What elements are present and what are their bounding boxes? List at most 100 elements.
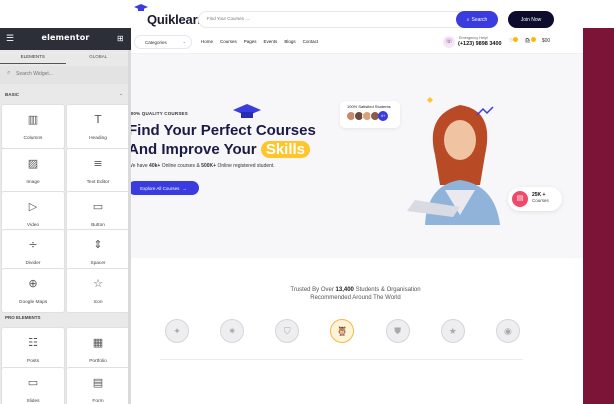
nav-courses[interactable]: Courses <box>220 39 237 44</box>
hero-subtitle: 100% QUALITY COURSES <box>128 111 188 116</box>
cart-total: $00 <box>541 37 551 44</box>
google-maps-icon: ⊕ <box>28 277 38 290</box>
widget-label: Google Maps <box>18 300 48 305</box>
widget-spacer[interactable]: ⇕ Spacer <box>67 230 129 273</box>
header-actions: ♡ 🛍 $00 <box>509 37 550 44</box>
text-editor-icon: ≡ <box>93 157 103 170</box>
columns-icon: ▥ <box>27 113 39 126</box>
emergency-label: Emergency Help! <box>459 36 489 40</box>
nav-home[interactable]: Home <box>201 39 213 44</box>
desc-stat: 40k+ <box>149 163 161 169</box>
categories-label: Categories <box>145 39 167 45</box>
partner-owl-icon: 🦉 <box>330 319 355 343</box>
widget-label: Slides <box>26 399 40 404</box>
emergency-phone: (+123) 9898 3400 <box>458 41 502 47</box>
search-icon: ⌕ <box>7 70 11 76</box>
widget-google-maps[interactable]: ⊕ Google Maps <box>2 269 64 312</box>
nav-contact[interactable]: Contact <box>303 39 319 44</box>
nav-blogs[interactable]: Blogs <box>284 39 295 44</box>
partner-star-icon: ★ <box>440 319 465 343</box>
widget-label: Posts <box>27 359 39 364</box>
partner-burst-icon: ✷ <box>220 319 245 343</box>
widget-columns[interactable]: ▥ Columns <box>2 105 64 148</box>
tab-global[interactable]: GLOBAL <box>66 50 132 64</box>
trusted-heading: Trusted By Over 13,400 Students & Organi… <box>128 287 583 293</box>
image-icon: ▨ <box>27 157 39 170</box>
partner-shield-icon: ⛊ <box>385 319 410 343</box>
widget-divider[interactable]: ÷ Divider <box>2 230 64 273</box>
partner-crest-icon: ✦ <box>165 319 189 343</box>
arrow-right-icon: → <box>182 185 187 191</box>
categories-dropdown[interactable]: Categories ⌄ <box>134 35 192 49</box>
cart-icon[interactable]: 🛍 <box>524 37 536 44</box>
courses-label: Courses <box>532 198 549 203</box>
site-logo[interactable]: Quiklearn <box>147 12 205 27</box>
join-now-button[interactable]: Join Now <box>508 11 554 28</box>
search-icon: ⌕ <box>466 16 470 23</box>
portfolio-icon: ▦ <box>92 336 104 349</box>
nav-pages[interactable]: Pages <box>244 39 257 44</box>
partner-badge-icon: ◉ <box>495 319 520 343</box>
avatar-more-badge: 4+ <box>378 111 388 121</box>
widget-button[interactable]: ▭ Button <box>67 192 129 235</box>
star-icon: ☆ <box>93 277 103 290</box>
grid-icon[interactable]: ⊞ <box>117 34 124 43</box>
section-basic-label: BASIC <box>5 92 20 97</box>
widget-search-input[interactable] <box>16 71 116 77</box>
partner-logos: ✦ ✷ ⛉ 🦉 ⛊ ★ ◉ <box>165 316 520 346</box>
panel-scrollbar[interactable] <box>128 50 131 404</box>
course-search <box>198 11 498 28</box>
widget-portfolio[interactable]: ▦ Portfolio <box>67 328 129 371</box>
video-icon: ▷ <box>28 200 38 213</box>
widget-posts[interactable]: ☷ Posts <box>2 328 64 371</box>
form-icon: ▤ <box>92 376 104 389</box>
widget-label: Image <box>26 180 40 185</box>
widget-label: Portfolio <box>89 359 107 364</box>
spacer-icon: ⇕ <box>93 238 103 251</box>
graduation-cap-icon <box>134 4 148 11</box>
trusted-subheading: Recommended Around The World <box>310 295 401 301</box>
nav-events[interactable]: Events <box>264 39 278 44</box>
button-icon: ▭ <box>92 200 104 213</box>
widget-heading[interactable]: T Heading <box>67 105 129 148</box>
widget-label: Icon <box>93 300 103 305</box>
hero-title: Find Your Perfect Courses And Improve Yo… <box>128 121 316 159</box>
widget-image[interactable]: ▨ Image <box>2 149 64 192</box>
skills-pill: Skills <box>260 141 311 158</box>
main-nav: Home Courses Pages Events Blogs Contact <box>201 39 318 44</box>
emergency-help[interactable]: ☏ Emergency Help! (+123) 9898 3400 <box>443 34 503 50</box>
widget-video[interactable]: ▷ Video <box>2 192 64 235</box>
elementor-title: elementor <box>41 33 90 42</box>
search-button-label: Search <box>471 16 488 23</box>
widget-text-editor[interactable]: ≡ Text Editor <box>67 149 129 192</box>
hero-description: We have 40k+ Online courses & 500K+ Onli… <box>128 163 275 169</box>
elementor-header: ☰ elementor ⊞ <box>0 28 131 50</box>
slides-icon: ▭ <box>27 376 39 389</box>
hero-title-part: Find Your <box>128 122 197 139</box>
widget-label: Columns <box>23 136 43 141</box>
section-basic[interactable]: BASIC ⌄ <box>0 88 131 102</box>
heading-icon: T <box>94 113 102 126</box>
satisfied-label: 100% Satisfied Students <box>347 104 391 109</box>
graduation-cap-icon <box>233 104 261 118</box>
trusted-text: Trusted By Over <box>290 287 334 293</box>
elementor-tabs: ELEMENTS GLOBAL <box>0 50 131 64</box>
satisfied-students-card: 100% Satisfied Students 4+ <box>340 101 400 128</box>
widget-form[interactable]: ▤ Form <box>67 368 129 404</box>
widget-icon[interactable]: ☆ Icon <box>67 269 129 312</box>
section-pro-elements[interactable]: PRO ELEMENTS <box>0 311 131 325</box>
desc-stat: 500K+ <box>201 163 217 169</box>
tab-elements[interactable]: ELEMENTS <box>0 50 66 64</box>
widget-label: Spacer <box>90 261 106 266</box>
search-input[interactable] <box>207 16 447 21</box>
book-icon: ▤ <box>512 191 528 207</box>
widget-slides[interactable]: ▭ Slides <box>2 368 64 404</box>
search-button[interactable]: ⌕ Search <box>456 11 498 28</box>
student-avatars: 4+ <box>346 111 388 121</box>
partner-shield-icon: ⛉ <box>275 319 300 343</box>
wishlist-icon[interactable]: ♡ <box>509 37 519 44</box>
widget-label: Form <box>92 399 104 404</box>
hero-title-part: And Improve Your <box>128 141 257 158</box>
widget-label: Heading <box>89 136 107 141</box>
explore-courses-button[interactable]: Explore All Courses → <box>128 181 199 195</box>
